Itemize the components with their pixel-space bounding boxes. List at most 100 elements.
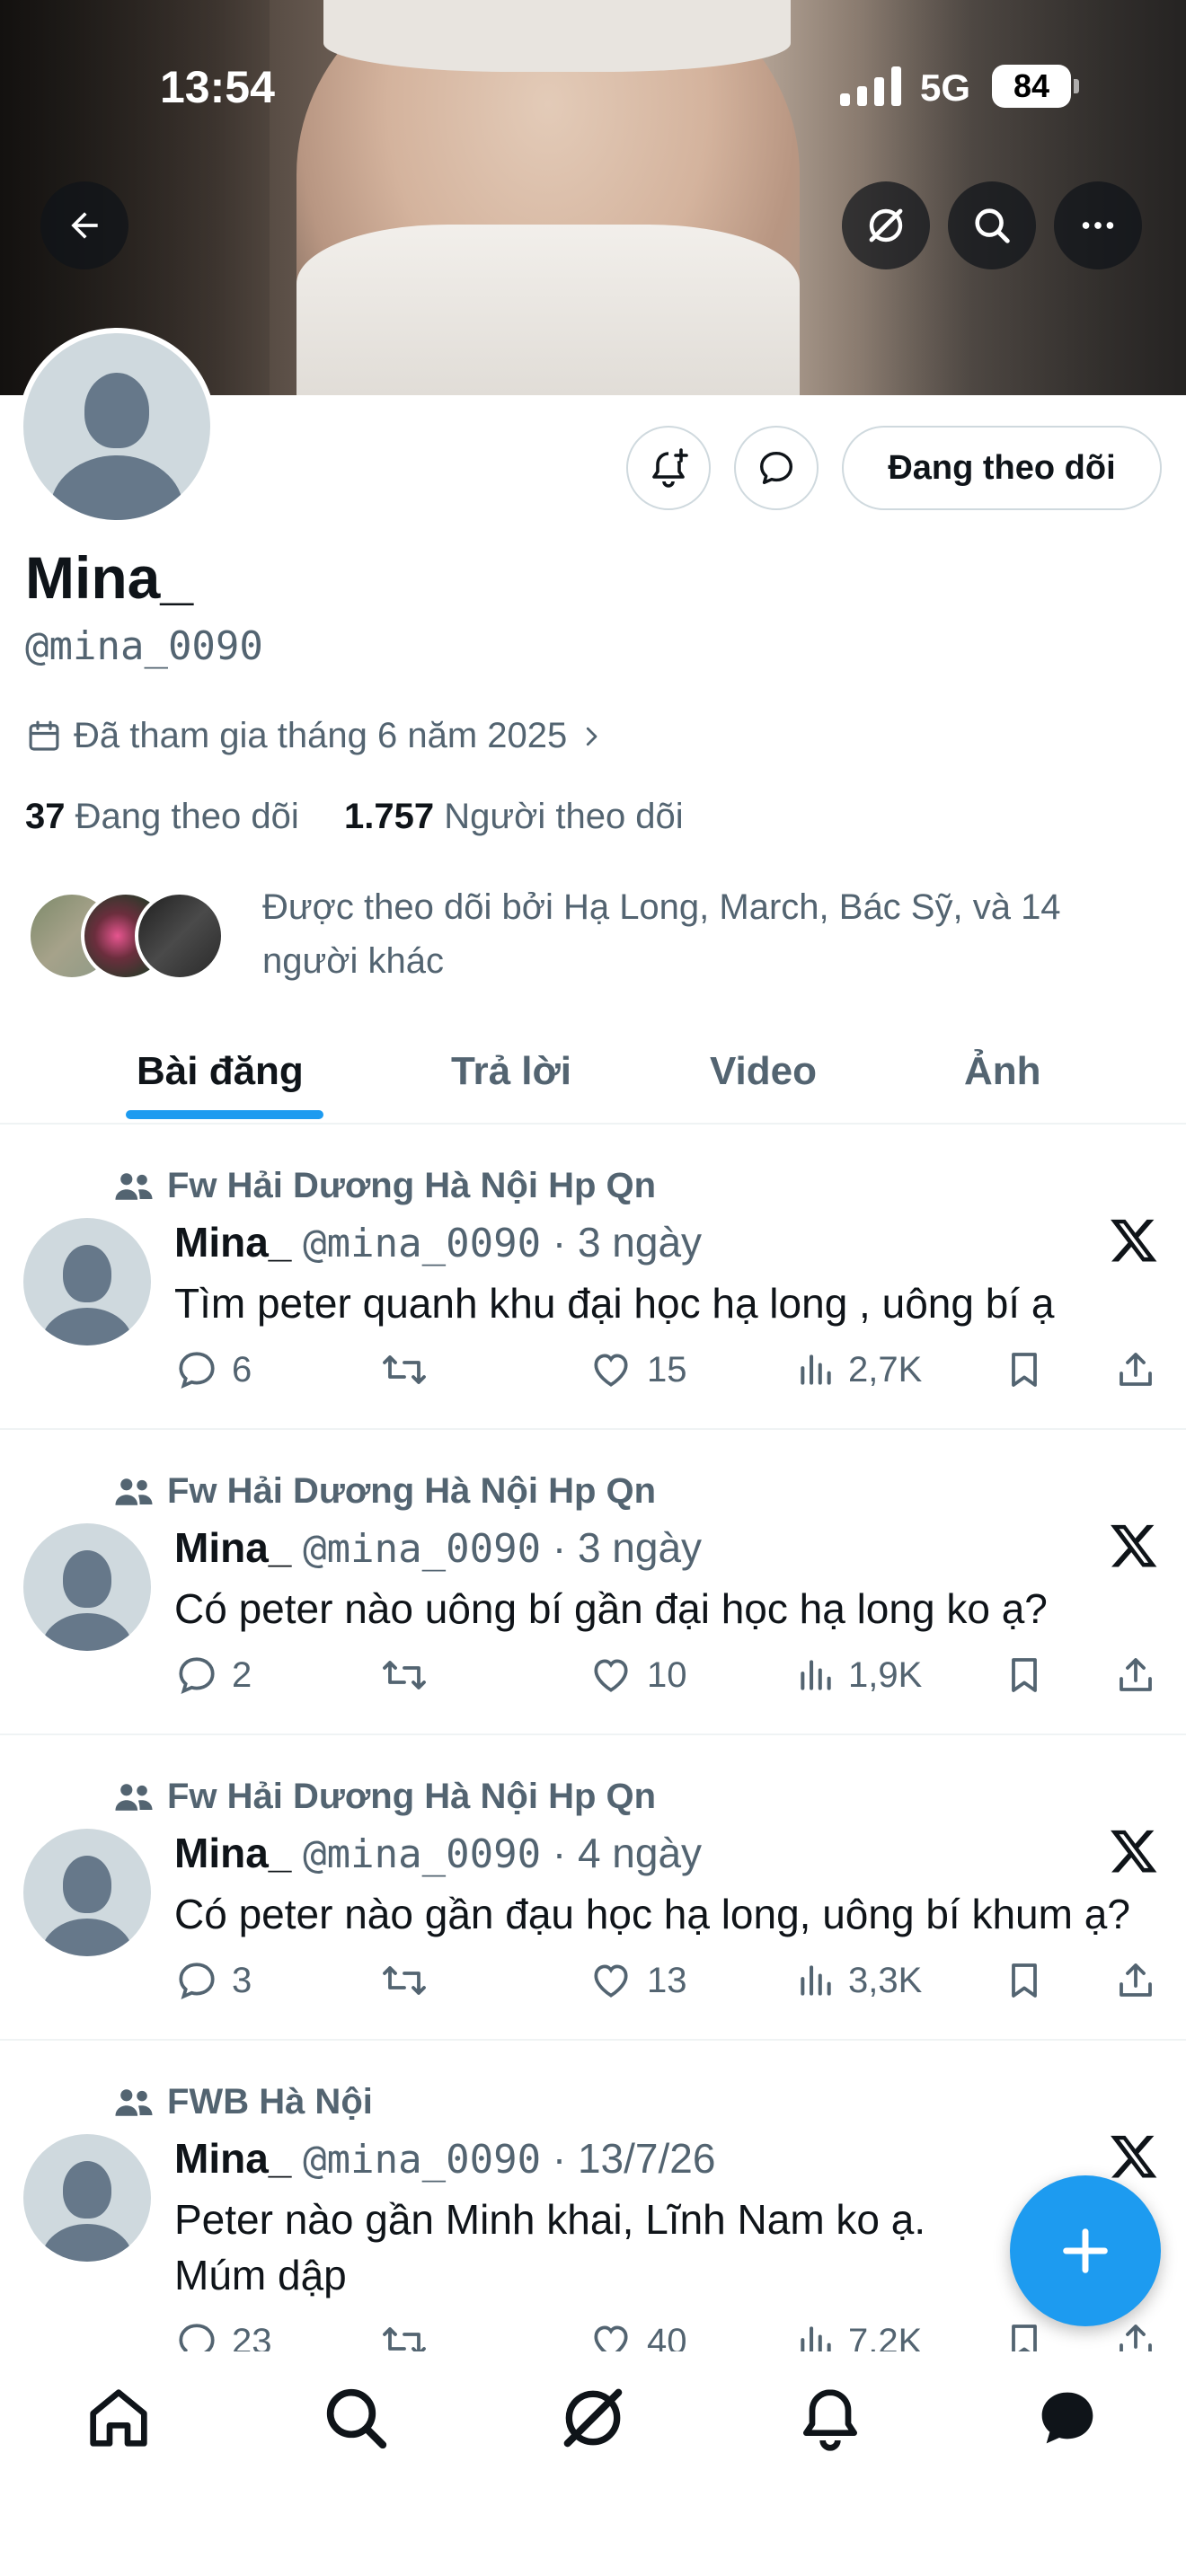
more-button[interactable] — [1054, 181, 1142, 269]
bell-icon[interactable] — [794, 2382, 866, 2454]
joined-date[interactable]: Đã tham gia tháng 6 năm 2025 — [25, 716, 605, 756]
post-author-handle[interactable]: @mina_0090 — [303, 1526, 541, 1572]
reply-button[interactable]: 3 — [174, 1958, 252, 2003]
community-name: Fw Hải Dương Hà Nội Hp Qn — [167, 1166, 657, 1205]
bookmark-icon — [1012, 1963, 1037, 1998]
reply-button[interactable]: 2 — [174, 1653, 252, 1698]
search-icon — [975, 208, 1010, 243]
avatar-placeholder-head — [63, 1245, 111, 1302]
bookmark-icon — [1012, 1353, 1037, 1387]
tab-photos[interactable]: Ảnh — [964, 1049, 1041, 1094]
post-author-name[interactable]: Mina_ — [174, 1524, 291, 1571]
views-icon — [801, 1660, 831, 1690]
post-community[interactable]: Fw Hải Dương Hà Nội Hp Qn — [113, 1471, 656, 1512]
post-text: Có peter nào uông bí gần đại học hạ long… — [174, 1585, 1048, 1632]
community-icon — [115, 2088, 153, 2116]
post-avatar[interactable] — [23, 1829, 151, 1956]
notify-button[interactable] — [626, 426, 711, 510]
like-button[interactable]: 15 — [588, 1347, 687, 1392]
followers-count: 1.757 — [343, 797, 435, 836]
views-button[interactable]: 1,9K — [796, 1653, 922, 1698]
views-count: 2,7K — [848, 1349, 923, 1389]
post-item[interactable]: Fw Hải Dương Hà Nội Hp Qn Mina_ @mina_00… — [0, 1125, 1186, 1430]
bookmark-button[interactable] — [1003, 1653, 1046, 1698]
grok-button[interactable] — [842, 181, 930, 269]
views-button[interactable]: 3,3K — [796, 1958, 922, 2003]
avatar-placeholder-head — [84, 373, 149, 448]
post-author-handle[interactable]: @mina_0090 — [303, 1221, 541, 1266]
views-button[interactable]: 2,7K — [796, 1347, 922, 1392]
reply-button[interactable]: 6 — [174, 1347, 252, 1392]
post-avatar[interactable] — [23, 2134, 151, 2262]
home-icon[interactable] — [83, 2382, 155, 2454]
following-link[interactable]: 37 Đang theo dõi — [25, 797, 299, 836]
bookmark-button[interactable] — [1003, 1958, 1046, 2003]
banner-photo-detail — [296, 225, 800, 395]
post-avatar[interactable] — [23, 1218, 151, 1345]
post-author-name[interactable]: Mina_ — [174, 1830, 291, 1876]
tab-replies[interactable]: Trả lời — [451, 1049, 571, 1094]
post-time: · 13/7/26 — [552, 2135, 716, 2182]
mutual-followers-avatars[interactable] — [27, 891, 243, 986]
share-button[interactable] — [1114, 1653, 1157, 1698]
post-actions: 2 10 1,9K — [174, 1653, 1172, 1707]
like-count: 13 — [647, 1960, 687, 2000]
post-meta: Mina_ @mina_0090 · 4 ngày — [174, 1829, 702, 1877]
followed-by-text[interactable]: Được theo dõi bởi Hạ Long, March, Bác Sỹ… — [262, 880, 1161, 988]
reply-count: 6 — [232, 1349, 252, 1389]
search-button[interactable] — [948, 181, 1036, 269]
tab-video[interactable]: Video — [710, 1049, 817, 1094]
following-button[interactable]: Đang theo dõi — [842, 426, 1162, 510]
followers-link[interactable]: 1.757 Người theo dõi — [344, 797, 684, 836]
post-item[interactable]: FWB Hà Nội Mina_ @mina_0090 · 13/7/26 Pe… — [0, 2041, 1186, 2400]
avatar-placeholder-body — [50, 455, 183, 520]
post-item[interactable]: Fw Hải Dương Hà Nội Hp Qn Mina_ @mina_00… — [0, 1735, 1186, 2041]
share-button[interactable] — [1114, 1347, 1157, 1392]
search-icon[interactable] — [320, 2382, 392, 2454]
post-community[interactable]: FWB Hà Nội — [113, 2082, 373, 2122]
post-author-name[interactable]: Mina_ — [174, 2135, 291, 2182]
grok-icon — [869, 208, 903, 243]
post-author-handle[interactable]: @mina_0090 — [303, 2137, 541, 2183]
back-button[interactable] — [40, 181, 128, 269]
followers-label: Người theo dõi — [444, 797, 684, 836]
grok-icon[interactable] — [557, 2382, 629, 2454]
post-community[interactable]: Fw Hải Dương Hà Nội Hp Qn — [113, 1166, 656, 1206]
arrow-left-icon — [71, 212, 98, 239]
repost-icon — [383, 1966, 426, 1995]
post-text: Có peter nào gần đạu học hạ long, uông b… — [174, 1891, 1130, 1937]
post-time: · 3 ngày — [552, 1219, 703, 1266]
battery-indicator: 84 — [992, 65, 1071, 108]
avatar-placeholder-head — [63, 1550, 111, 1608]
display-name: Mina_ — [25, 544, 194, 611]
repost-button[interactable] — [379, 1347, 442, 1392]
compose-button[interactable] — [1010, 2175, 1161, 2326]
signal-icon — [840, 66, 901, 106]
post-avatar[interactable] — [23, 1523, 151, 1651]
profile-avatar[interactable] — [18, 328, 216, 525]
following-count: 37 — [25, 797, 66, 836]
bookmark-button[interactable] — [1003, 1347, 1046, 1392]
share-button[interactable] — [1114, 1958, 1157, 2003]
like-button[interactable]: 13 — [588, 1958, 687, 2003]
avatar-placeholder-head — [63, 2161, 111, 2219]
message-button[interactable] — [734, 426, 819, 510]
post-community[interactable]: Fw Hải Dương Hà Nội Hp Qn — [113, 1777, 656, 1817]
post-author-handle[interactable]: @mina_0090 — [303, 1831, 541, 1877]
tab-posts[interactable]: Bài đăng — [137, 1049, 304, 1094]
community-name: Fw Hải Dương Hà Nội Hp Qn — [167, 1777, 657, 1816]
repost-button[interactable] — [379, 1653, 442, 1698]
mutual-follower-avatar — [135, 891, 225, 981]
community-icon — [115, 1783, 153, 1811]
views-icon — [801, 1965, 831, 1996]
x-logo-icon — [1111, 1830, 1157, 1873]
post-actions: 6 15 2,7K — [174, 1347, 1172, 1401]
post-author-name[interactable]: Mina_ — [174, 1219, 291, 1266]
post-item[interactable]: Fw Hải Dương Hà Nội Hp Qn Mina_ @mina_00… — [0, 1430, 1186, 1735]
like-button[interactable]: 10 — [588, 1653, 687, 1698]
x-logo-icon — [1111, 2135, 1157, 2178]
messages-icon[interactable] — [1031, 2382, 1103, 2454]
repost-button[interactable] — [379, 1958, 442, 2003]
post-text: Tìm peter quanh khu đại học hạ long , uô… — [174, 1280, 1055, 1327]
share-icon — [1120, 1353, 1152, 1386]
